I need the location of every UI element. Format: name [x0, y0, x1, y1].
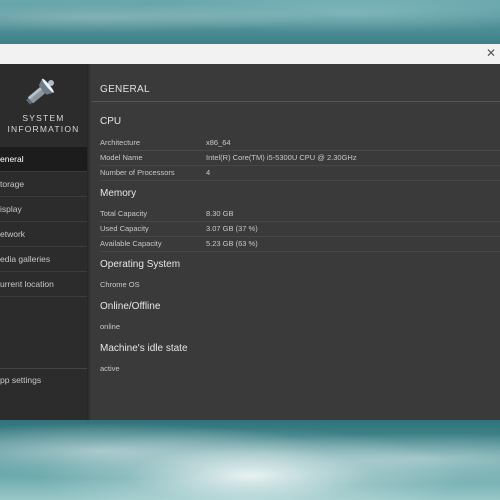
- row-value: 5.23 GB (63 %): [206, 239, 258, 248]
- sidebar-nav: eneral torage isplay etwork edia galleri…: [0, 147, 87, 297]
- main-panel: GENERAL CPU Architecture x86_64 Model Na…: [87, 64, 500, 420]
- row-key: Number of Processors: [100, 168, 175, 177]
- os-value: Chrome OS: [100, 280, 140, 289]
- row-key: Model Name: [100, 153, 143, 162]
- memory-heading: Memory: [100, 188, 137, 199]
- row-key: Used Capacity: [100, 224, 149, 233]
- row-value: 4: [206, 168, 211, 177]
- app-name: SYSTEM INFORMATION: [0, 113, 87, 135]
- window-titlebar[interactable]: ✕: [0, 44, 500, 65]
- page-title: GENERAL: [100, 84, 150, 95]
- title-divider: [92, 101, 500, 102]
- online-value: online: [100, 322, 121, 331]
- idle-heading: Machine's idle state: [100, 343, 188, 354]
- sidebar-item-storage[interactable]: torage: [0, 172, 87, 197]
- row-value: 3.07 GB (37 %): [206, 224, 258, 233]
- sidebar-item-current-location[interactable]: urrent location: [0, 272, 87, 297]
- row-value: Intel(R) Core(TM) i5-5300U CPU @ 2.30GHz: [206, 153, 357, 162]
- flashlight-logo-icon: [26, 78, 54, 105]
- app-window: ✕ SYSTEM INFORMATION eneral torage ispla…: [0, 44, 500, 420]
- app-name-line2: INFORMATION: [7, 124, 80, 134]
- sidebar-item-media-galleries[interactable]: edia galleries: [0, 247, 87, 272]
- online-heading: Online/Offline: [100, 301, 161, 312]
- sidebar-shadow: [87, 64, 91, 420]
- os-heading: Operating System: [100, 259, 181, 270]
- cpu-row-processors: Number of Processors 4: [100, 166, 500, 181]
- idle-value: active: [100, 364, 120, 373]
- row-key: Architecture: [100, 138, 141, 147]
- row-value: x86_64: [206, 138, 231, 147]
- cpu-heading: CPU: [100, 116, 122, 127]
- cpu-row-model-name: Model Name Intel(R) Core(TM) i5-5300U CP…: [100, 151, 500, 166]
- sidebar-item-app-settings[interactable]: pp settings: [0, 368, 87, 391]
- memory-row-total: Total Capacity 8.30 GB: [100, 207, 500, 222]
- sidebar-item-display[interactable]: isplay: [0, 197, 87, 222]
- desktop-wallpaper-bottom: [0, 418, 500, 500]
- sidebar-item-general[interactable]: eneral: [0, 147, 87, 172]
- memory-row-available: Available Capacity 5.23 GB (63 %): [100, 237, 500, 252]
- sidebar-item-network[interactable]: etwork: [0, 222, 87, 247]
- desktop-wallpaper-top: [0, 0, 500, 44]
- row-key: Total Capacity: [100, 209, 148, 218]
- app-name-line1: SYSTEM: [22, 113, 65, 123]
- memory-row-used: Used Capacity 3.07 GB (37 %): [100, 222, 500, 237]
- sidebar: SYSTEM INFORMATION eneral torage isplay …: [0, 64, 87, 420]
- close-icon[interactable]: ✕: [484, 46, 498, 60]
- cpu-row-architecture: Architecture x86_64: [100, 136, 500, 151]
- row-value: 8.30 GB: [206, 209, 234, 218]
- row-key: Available Capacity: [100, 239, 162, 248]
